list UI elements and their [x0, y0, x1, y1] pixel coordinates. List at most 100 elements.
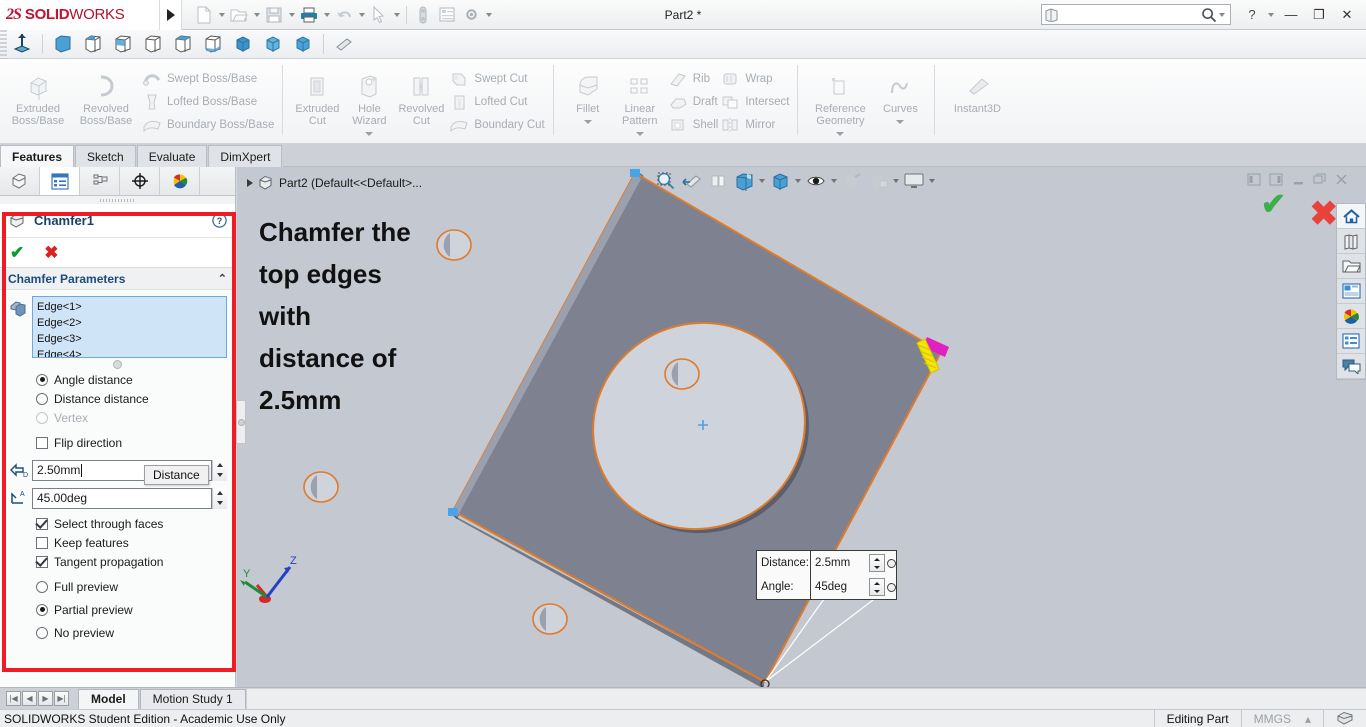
undo-caret[interactable]	[356, 2, 367, 28]
stepper-up[interactable]	[213, 488, 227, 499]
normal-to-icon[interactable]	[7, 31, 37, 58]
mirror-button[interactable]: Mirror	[718, 113, 789, 136]
full-preview-radio[interactable]: Full preview	[0, 577, 235, 596]
fillet-caret[interactable]	[584, 115, 592, 129]
units-status[interactable]: MMGS ▴	[1240, 709, 1323, 727]
rebuild-icon[interactable]	[411, 2, 435, 28]
feature-tree-tab[interactable]	[0, 167, 40, 195]
chamfer-parameters-section-header[interactable]: Chamfer Parameters ⌃	[0, 268, 235, 290]
save-document-icon[interactable]	[262, 2, 286, 28]
selection-box-resize-handle[interactable]	[0, 358, 235, 370]
stepper-down[interactable]	[870, 563, 884, 571]
first-tab-icon[interactable]: |◀	[6, 691, 21, 706]
new-document-caret[interactable]	[216, 2, 227, 28]
angle-stepper[interactable]	[212, 487, 227, 509]
search-input[interactable]	[1058, 8, 1201, 21]
print-document-icon[interactable]	[297, 2, 321, 28]
tab-evaluate[interactable]: Evaluate	[136, 145, 208, 167]
callout-distance-value[interactable]: 2.5mm	[811, 557, 869, 569]
ok-button[interactable]: ✔	[10, 244, 24, 261]
options-gear-icon[interactable]	[459, 2, 483, 28]
stepper-up[interactable]	[870, 555, 884, 563]
linear-pattern-button[interactable]: Linear Pattern	[614, 63, 666, 141]
instant3d-button[interactable]: Instant3D	[943, 63, 1011, 115]
flip-direction-checkbox[interactable]: Flip direction	[0, 433, 235, 452]
reference-geometry-caret[interactable]	[836, 127, 844, 141]
select-through-faces-checkbox[interactable]: Select through faces	[0, 514, 235, 533]
view-iso-icon[interactable]	[228, 31, 258, 58]
stepper-up[interactable]	[870, 579, 884, 587]
view-trimetric-icon[interactable]	[258, 31, 288, 58]
appearances-icon[interactable]	[1337, 304, 1365, 329]
tangent-propagation-checkbox[interactable]: Tangent propagation	[0, 552, 235, 571]
configuration-manager-tab[interactable]	[80, 167, 120, 195]
revolved-boss-base-button[interactable]: Revolved Boss/Base	[72, 63, 140, 127]
undo-icon[interactable]	[332, 2, 356, 28]
boundary-boss-base-button[interactable]: Boundary Boss/Base	[140, 113, 274, 136]
stepper-down[interactable]	[213, 470, 227, 481]
lofted-boss-base-button[interactable]: Lofted Boss/Base	[140, 90, 274, 113]
cancel-button[interactable]: ✖	[44, 244, 58, 261]
boundary-cut-button[interactable]: Boundary Cut	[447, 113, 545, 136]
revolved-cut-button[interactable]: Revolved Cut	[395, 63, 447, 127]
menu-expand-arrow[interactable]	[160, 0, 182, 30]
hole-wizard-button[interactable]: Hole Wizard	[343, 63, 395, 141]
panel-resize-dots[interactable]	[0, 196, 235, 204]
view-bottom-icon[interactable]	[198, 31, 228, 58]
view-front-icon[interactable]	[48, 31, 78, 58]
property-manager-tab[interactable]	[40, 167, 80, 195]
list-item[interactable]: Edge<3>	[37, 331, 222, 347]
print-document-caret[interactable]	[321, 2, 332, 28]
next-tab-icon[interactable]: ▶	[38, 691, 53, 706]
custom-properties-icon[interactable]	[1337, 329, 1365, 354]
stepper-down[interactable]	[213, 498, 227, 509]
fillet-button[interactable]: Fillet	[562, 63, 614, 129]
search-caret[interactable]	[1218, 2, 1227, 28]
motion-study-tab[interactable]: Motion Study 1	[139, 688, 246, 709]
model-state-icon[interactable]	[1323, 709, 1366, 727]
tab-sketch[interactable]: Sketch	[75, 145, 136, 167]
angle-input[interactable]: 45.00deg	[32, 487, 212, 509]
display-manager-tab[interactable]	[160, 167, 200, 195]
linear-pattern-caret[interactable]	[636, 127, 644, 141]
last-tab-icon[interactable]: ▶|	[54, 691, 69, 706]
tab-features[interactable]: Features	[0, 145, 75, 167]
draft-button[interactable]: Draft	[666, 90, 719, 113]
design-library-icon[interactable]	[1337, 229, 1365, 254]
new-document-icon[interactable]	[192, 2, 216, 28]
list-item[interactable]: Edge<4>	[37, 347, 222, 357]
angle-distance-radio[interactable]: Angle distance	[0, 370, 235, 389]
search-box[interactable]	[1041, 4, 1231, 25]
reference-geometry-button[interactable]: Reference Geometry	[806, 63, 874, 141]
view-left-icon[interactable]	[108, 31, 138, 58]
confirm-corner-accept[interactable]: ✔	[1261, 187, 1286, 222]
open-document-caret[interactable]	[251, 2, 262, 28]
partial-preview-radio[interactable]: Partial preview	[0, 600, 235, 619]
chamfer-onscreen-callout[interactable]: Distance: 2.5mm Angle: 45deg	[756, 550, 897, 600]
curves-caret[interactable]	[896, 115, 904, 129]
view-top-icon[interactable]	[168, 31, 198, 58]
options-caret[interactable]	[483, 2, 494, 28]
callout-angle-stepper[interactable]	[869, 578, 885, 596]
view-dimetric-icon[interactable]	[288, 31, 318, 58]
home-icon[interactable]	[1337, 204, 1365, 229]
list-item[interactable]: Edge<1>	[37, 299, 222, 315]
lofted-cut-button[interactable]: Lofted Cut	[447, 90, 544, 113]
rib-button[interactable]: Rib	[666, 67, 719, 90]
swept-cut-button[interactable]: Swept Cut	[447, 67, 544, 90]
select-caret[interactable]	[391, 2, 402, 28]
tab-dimxpert[interactable]: DimXpert	[208, 145, 283, 167]
forum-icon[interactable]	[1337, 354, 1365, 379]
stepper-up[interactable]	[213, 460, 227, 471]
toolbar-grip[interactable]	[0, 29, 7, 59]
model-tab[interactable]: Model	[78, 688, 139, 709]
curves-button[interactable]: Curves	[874, 63, 926, 129]
view-right-icon[interactable]	[138, 31, 168, 58]
callout-angle-knob[interactable]	[887, 582, 896, 592]
chevron-up-icon[interactable]: ⌃	[218, 272, 227, 285]
distance-stepper[interactable]	[212, 459, 227, 481]
view-back-icon[interactable]	[78, 31, 108, 58]
no-preview-radio[interactable]: No preview	[0, 623, 235, 642]
confirm-corner-cancel[interactable]: ✖	[1310, 197, 1339, 231]
callout-distance-knob[interactable]	[887, 558, 896, 568]
